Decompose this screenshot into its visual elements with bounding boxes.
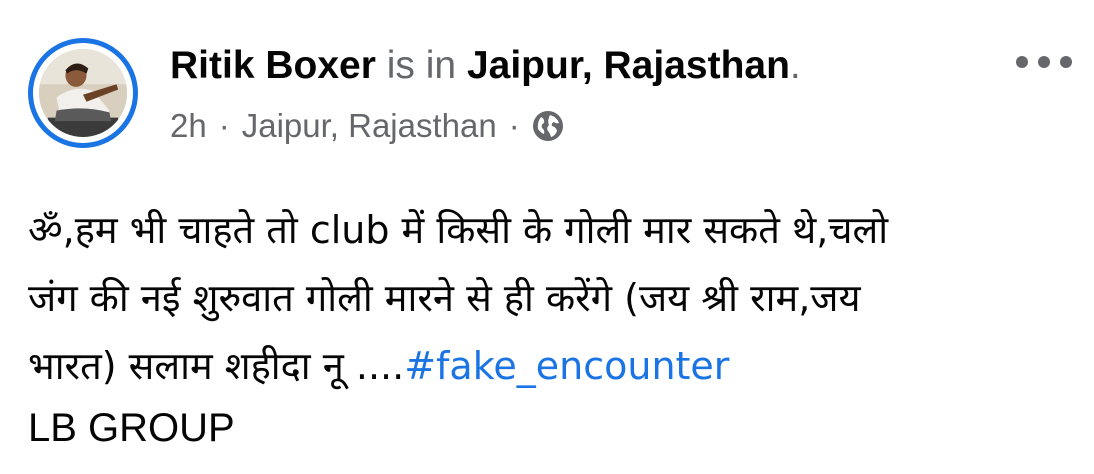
post-header: Ritik Boxer is in Jaipur, Rajasthan. bbox=[170, 42, 801, 90]
location-link[interactable]: Jaipur, Rajasthan bbox=[242, 104, 497, 148]
meta-separator: · bbox=[218, 107, 230, 144]
post-text-segment: भारत) सलाम शहीदा नू .... bbox=[28, 344, 405, 388]
post-text-line: जंग की नई शुरुवात गोली मारने से ही करेंग… bbox=[28, 276, 861, 320]
globe-icon[interactable] bbox=[532, 110, 564, 142]
dot bbox=[1060, 56, 1072, 68]
is-in-text: is in bbox=[386, 44, 457, 87]
avatar[interactable] bbox=[28, 38, 138, 148]
signature-text: LB GROUP bbox=[28, 406, 235, 450]
timestamp[interactable]: 2h bbox=[170, 104, 207, 148]
author-name[interactable]: Ritik Boxer bbox=[170, 44, 376, 87]
meta-separator-2: · bbox=[508, 107, 520, 144]
post-text-line-last: भारत) सलाम शहीदा नू ....#fake_encounter bbox=[28, 332, 1068, 400]
post-text: ॐ,हम भी चाहते तो club में किसी के गोली म… bbox=[28, 196, 1068, 400]
dot bbox=[1016, 56, 1028, 68]
more-dots-icon[interactable] bbox=[1016, 44, 1072, 80]
profile-photo bbox=[39, 49, 127, 137]
post-card: Ritik Boxer is in Jaipur, Rajasthan. 2h … bbox=[0, 0, 1094, 474]
hashtag-link[interactable]: #fake_encounter bbox=[404, 344, 729, 388]
dot bbox=[1038, 56, 1050, 68]
post-meta: 2h · Jaipur, Rajasthan · bbox=[170, 104, 564, 148]
place-link[interactable]: Jaipur, Rajasthan bbox=[467, 44, 790, 87]
place-suffix: . bbox=[789, 44, 801, 87]
post-text-line: ॐ,हम भी चाहते तो club में किसी के गोली म… bbox=[28, 208, 889, 252]
